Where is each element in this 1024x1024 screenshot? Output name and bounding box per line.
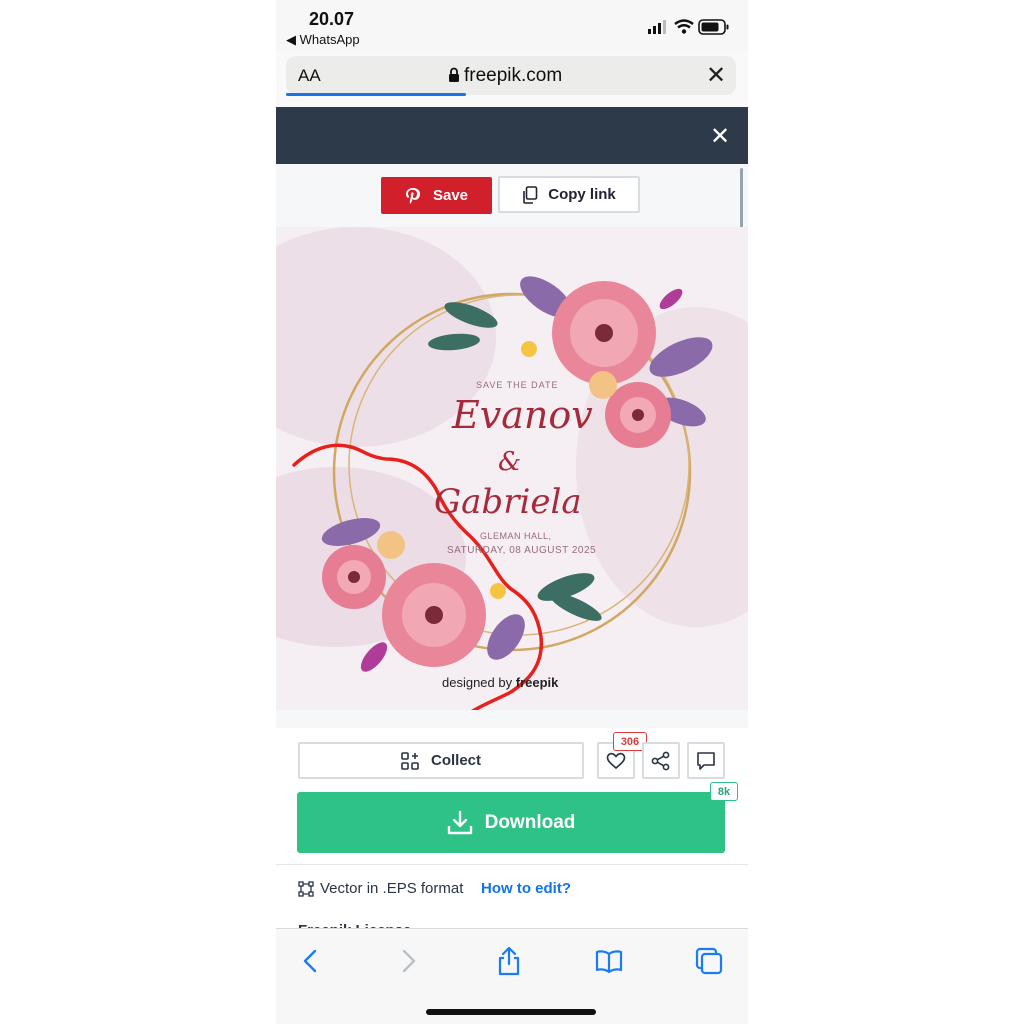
- forward-chevron-icon[interactable]: [391, 944, 427, 978]
- file-format-text: Vector in .EPS format: [320, 880, 464, 897]
- home-indicator[interactable]: [426, 1009, 596, 1015]
- share-sheet-icon[interactable]: [491, 944, 527, 978]
- text-size-button[interactable]: AA: [298, 66, 321, 86]
- download-label: Download: [484, 811, 576, 833]
- bride-groom-name-1: Evanov: [452, 393, 593, 437]
- back-to-app-link[interactable]: ◀ WhatsApp: [286, 32, 360, 48]
- download-icon: [447, 810, 472, 834]
- venue-text: GLEMAN HALL,: [480, 531, 552, 541]
- ampersand: &: [498, 447, 522, 477]
- divider: [276, 864, 748, 865]
- file-format-info: Vector in .EPS format: [298, 880, 463, 897]
- comment-button[interactable]: [687, 742, 725, 779]
- save-the-date-text: SAVE THE DATE: [476, 380, 559, 390]
- copy-link-label: Copy link: [548, 186, 616, 203]
- save-label: Save: [432, 187, 469, 204]
- heart-icon: [606, 752, 626, 769]
- battery-icon: [698, 19, 729, 35]
- wifi-icon: [674, 19, 694, 34]
- how-to-edit-link[interactable]: How to edit?: [481, 880, 571, 897]
- comment-icon: [697, 751, 715, 770]
- vector-icon: [298, 880, 314, 897]
- tabs-icon[interactable]: [691, 944, 727, 978]
- signal-icon: [648, 20, 666, 34]
- url-text[interactable]: freepik.com: [464, 65, 562, 87]
- lock-icon: [449, 67, 459, 82]
- freepik-brand: freepik: [515, 675, 559, 690]
- share-icon: [651, 751, 670, 770]
- modal-close-icon[interactable]: ✕: [710, 122, 730, 151]
- close-icon[interactable]: ✕: [706, 61, 726, 90]
- pinterest-save-button[interactable]: Save: [381, 177, 492, 214]
- clock: 20.07: [309, 9, 355, 29]
- back-chevron-icon[interactable]: [292, 944, 328, 978]
- copy-link-button[interactable]: Copy link: [498, 176, 640, 213]
- status-bar: 20.07 ◀ WhatsApp: [276, 0, 748, 52]
- bookmarks-icon[interactable]: [591, 944, 627, 978]
- share-button[interactable]: [642, 742, 680, 779]
- downloads-count-badge: 8k: [710, 782, 738, 801]
- address-bar[interactable]: AA freepik.com ✕: [286, 56, 736, 95]
- collect-label: Collect: [430, 752, 481, 769]
- collect-button[interactable]: Collect: [298, 742, 584, 779]
- phone-screen: 20.07 ◀ WhatsApp AA freepik.com ✕ ✕ Save…: [276, 0, 748, 1024]
- page-load-progress: [286, 93, 466, 96]
- modal-header: [276, 107, 748, 164]
- download-button[interactable]: Download: [297, 792, 725, 853]
- bride-groom-name-2: Gabriela: [434, 482, 582, 522]
- pinterest-icon: [405, 187, 420, 204]
- event-date-text: SATURDAY, 08 AUGUST 2025: [447, 545, 597, 556]
- copy-icon: [523, 185, 538, 204]
- designed-by-text: designed by: [442, 675, 513, 690]
- collect-grid-icon: [401, 751, 419, 770]
- designed-by-credit: designed by freepik: [442, 675, 558, 690]
